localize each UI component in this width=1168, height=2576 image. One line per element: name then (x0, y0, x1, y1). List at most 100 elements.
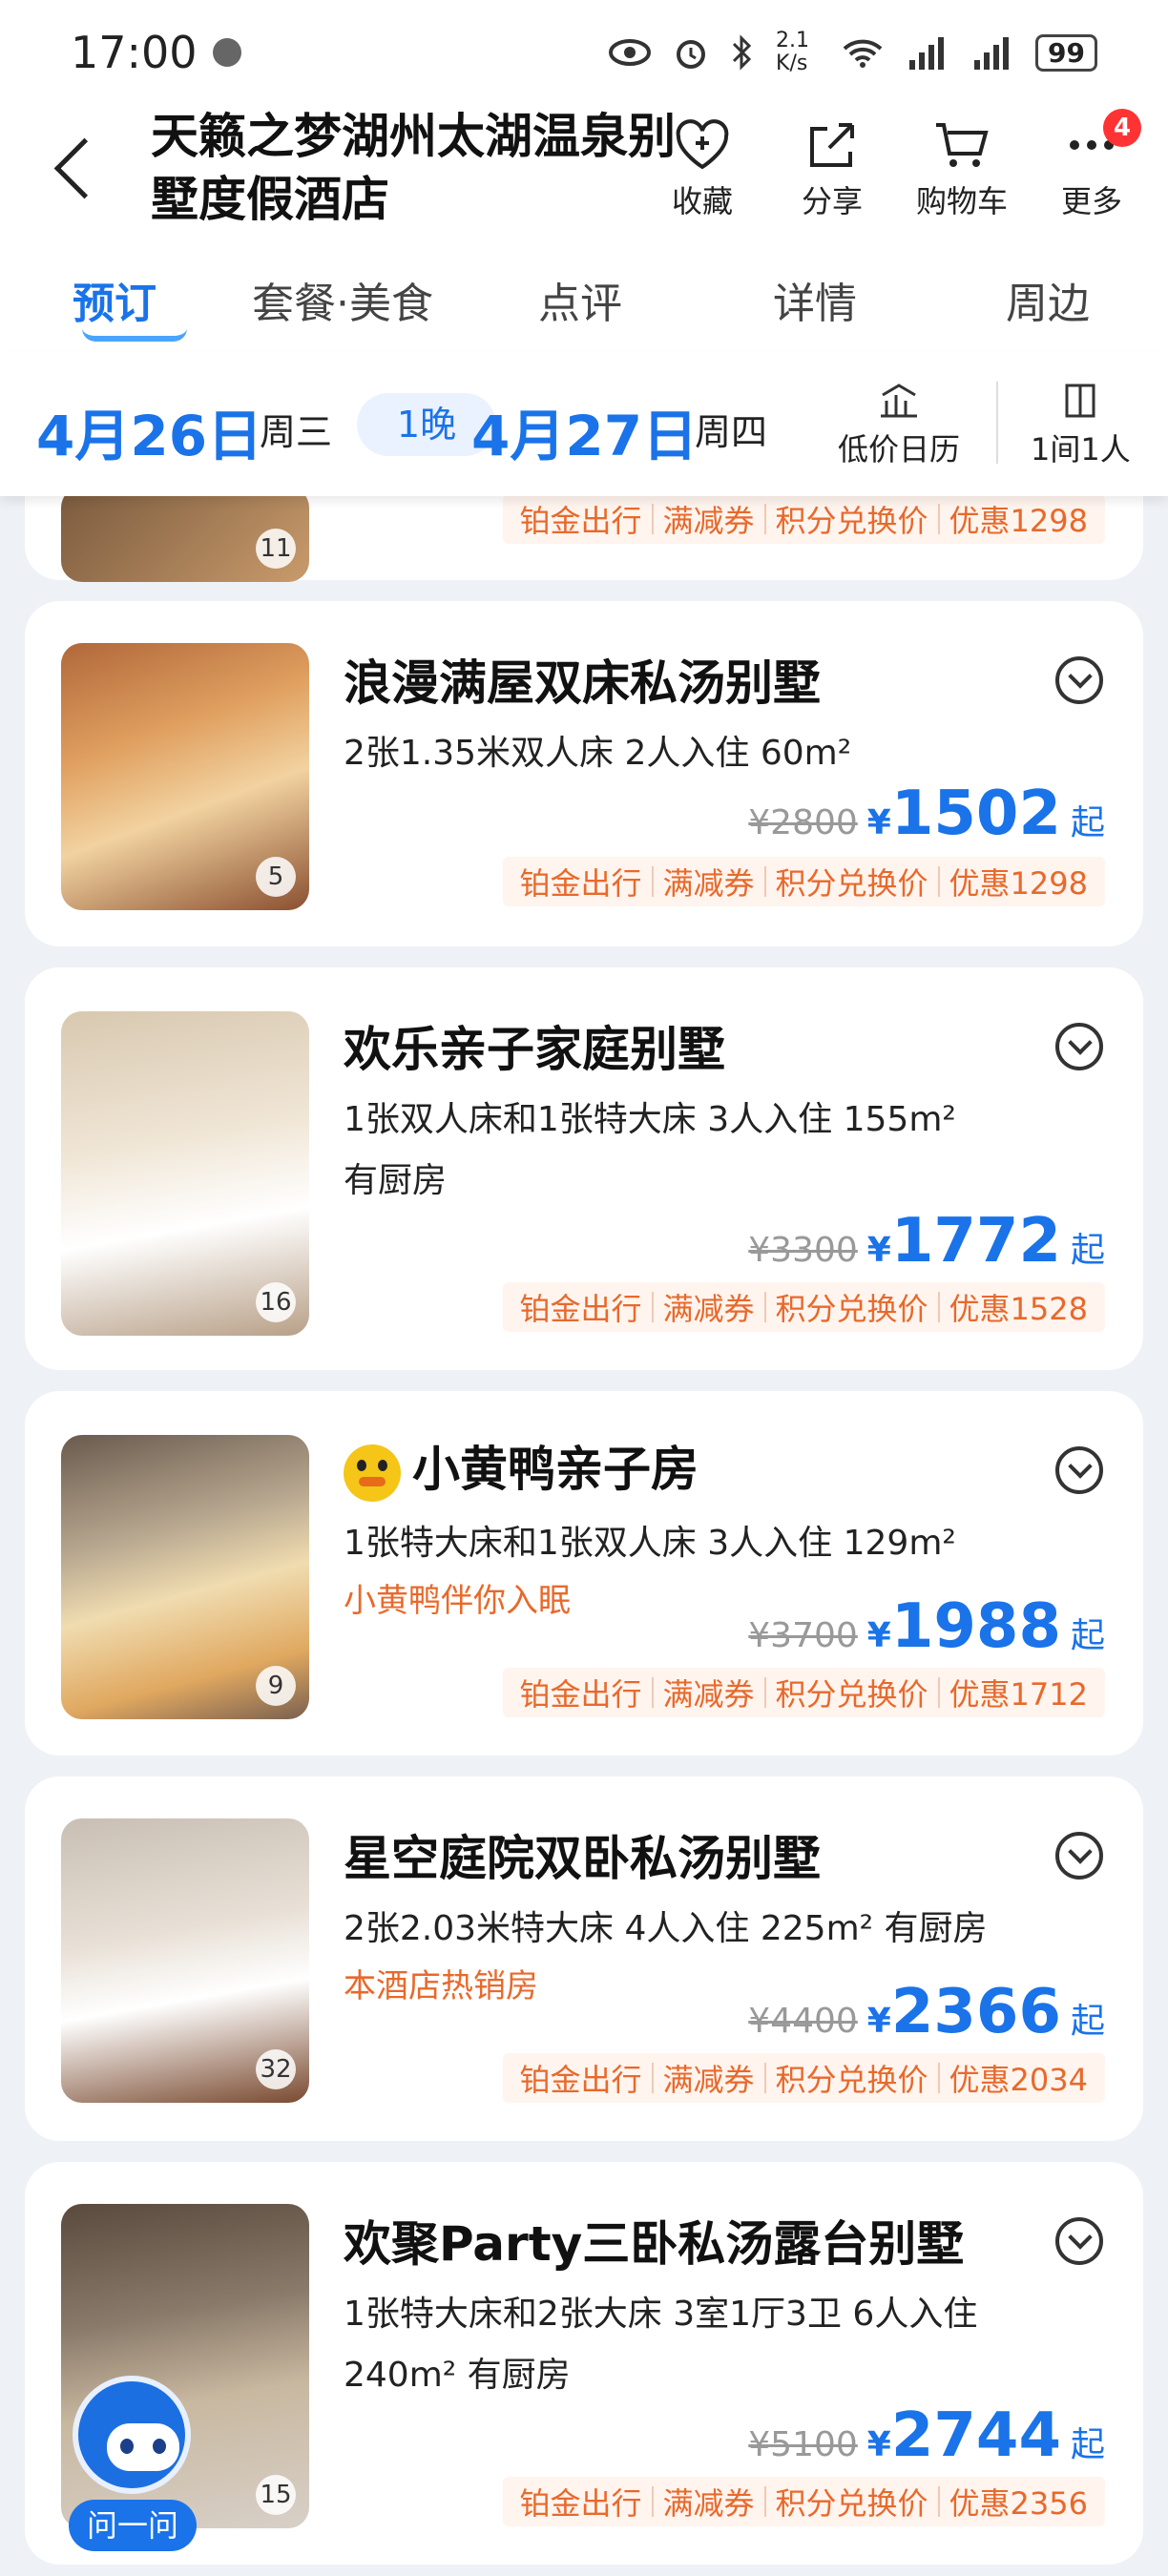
room-specs-extra: 240m² 有厨房 (344, 2356, 571, 2395)
promo-tag: 铂金出行 (519, 1291, 642, 1327)
wifi-icon (843, 39, 883, 68)
promo-tag: 铂金出行 (519, 1676, 642, 1713)
promo-tag: 积分兑换价 (775, 1291, 928, 1327)
voice-indicator-icon (212, 38, 241, 67)
tab-booking[interactable]: 预订 (73, 269, 156, 330)
photo-count: 15 (256, 2475, 296, 2515)
promo-tag: 积分兑换价 (775, 865, 928, 902)
price-line: ¥3700 ¥1988 起 (748, 1591, 1105, 1662)
room-tagline: 本酒店热销房 (344, 1967, 538, 2005)
eye-icon (609, 39, 652, 66)
promo-tags: 铂金出行 满减券 积分兑换价 优惠1528 (502, 1282, 1105, 1332)
room-photo[interactable]: 11 (61, 487, 309, 582)
room-photo[interactable]: 5 (61, 643, 309, 910)
original-price: ¥2800 (748, 803, 858, 842)
room-name: 浪漫满屋双床私汤别墅 (344, 655, 821, 711)
assistant-button[interactable]: 问一问 (69, 2366, 197, 2557)
tab-reviews[interactable]: 点评 (538, 269, 622, 330)
cart-label: 购物车 (915, 183, 1008, 219)
room-card[interactable]: 9 小黄鸭亲子房 1张特大床和1张双人床 3人入住 129m² 小黄鸭伴你入眠 … (25, 1391, 1143, 1755)
checkout-weekday: 周四 (695, 411, 768, 453)
share-icon (810, 123, 854, 167)
original-price: ¥3300 (748, 1231, 858, 1270)
promo-tag: 铂金出行 (519, 2062, 642, 2098)
room-specs: 2张1.35米双人床 2人入住 60m² (344, 734, 852, 773)
price-line: ¥4400 ¥2366 起 (748, 1977, 1105, 2047)
promo-tags: 铂金出行 满减券 积分兑换价 优惠1712 (502, 1668, 1105, 1717)
room-guest-button[interactable]: 1间1人 (1031, 382, 1131, 469)
assistant-label: 问一问 (69, 2500, 197, 2551)
hotel-name: 天籁之梦湖州太湖温泉别墅度假酒店 (151, 109, 676, 227)
share-button[interactable]: 分享 (784, 114, 880, 221)
room-photo[interactable]: 9 (61, 1435, 309, 1719)
low-price-calendar-button[interactable]: 低价日历 (838, 382, 960, 469)
promo-tags: 铂金出行 满减券 积分兑换价 优惠2356 (502, 2477, 1105, 2526)
promo-tag: 铂金出行 (519, 503, 642, 539)
room-specs: 1张双人床和1张特大床 3人入住 155m² (344, 1100, 956, 1139)
expand-chevron-icon[interactable] (1055, 656, 1103, 704)
expand-chevron-icon[interactable] (1055, 1446, 1103, 1494)
room-card[interactable]: 16 欢乐亲子家庭别墅 1张双人床和1张特大床 3人入住 155m² 有厨房 ¥… (25, 967, 1143, 1370)
checkin-date[interactable]: 4月26日 (36, 391, 262, 471)
room-card[interactable]: 32 星空庭院双卧私汤别墅 2张2.03米特大床 4人入住 225m² 有厨房 … (25, 1776, 1143, 2141)
header-actions: 收藏 分享 购物车 更多 4 (655, 109, 1141, 221)
heart-plus-icon (676, 119, 729, 170)
promo-tags: 铂金出行 满减券 积分兑换价 优惠1298 (502, 857, 1105, 906)
discount-tag: 优惠1298 (949, 865, 1088, 902)
checkout-date[interactable]: 4月27日 (471, 391, 698, 471)
price-suffix: 起 (1070, 2425, 1105, 2464)
discount-tag: 优惠2356 (949, 2485, 1088, 2522)
discount-tag: 优惠1298 (949, 503, 1088, 539)
price-line: ¥2800 ¥1502 起 (748, 779, 1105, 849)
robot-avatar-icon (73, 2376, 191, 2494)
signal-icon-2 (974, 37, 1010, 70)
promo-tags: 铂金出行 满减券 积分兑换价 优惠2034 (502, 2053, 1105, 2103)
expand-chevron-icon[interactable] (1055, 1832, 1103, 1880)
cart-icon (936, 123, 989, 167)
tab-nearby[interactable]: 周边 (1006, 269, 1090, 330)
promo-tag: 满减券 (662, 2062, 755, 2098)
status-icons: 2.1 K/s 99 (608, 30, 1097, 75)
room-name: 星空庭院双卧私汤别墅 (344, 1831, 821, 1886)
promo-tag: 积分兑换价 (775, 503, 928, 539)
network-speed: 2.1 K/s (776, 29, 810, 75)
date-bar[interactable]: 4月26日 周三 1晚 4月27日 周四 低价日历 1间1人 (0, 353, 1168, 496)
room-tagline: 小黄鸭伴你入眠 (344, 1582, 571, 1620)
original-price: ¥4400 (748, 2002, 858, 2041)
promo-tag: 积分兑换价 (775, 2485, 928, 2522)
room-photo[interactable]: 16 (61, 1011, 309, 1336)
room-name: 小黄鸭亲子房 (344, 1431, 699, 1502)
promo-tag: 满减券 (662, 1676, 755, 1713)
expand-chevron-icon[interactable] (1055, 1023, 1103, 1070)
price-line: ¥3300 ¥1772 起 (748, 1206, 1105, 1277)
cart-button[interactable]: 购物车 (914, 114, 1010, 221)
favorite-label: 收藏 (671, 183, 733, 219)
discount-tag: 优惠1712 (949, 1676, 1088, 1713)
price-chart-icon (881, 384, 917, 418)
price-suffix: 起 (1070, 1231, 1105, 1270)
discount-tag: 优惠2034 (949, 2062, 1088, 2098)
bluetooth-icon (732, 34, 752, 71)
checkin-weekday: 周三 (260, 411, 333, 453)
room-specs: 1张特大床和1张双人床 3人入住 129m² (344, 1524, 956, 1563)
tab-details[interactable]: 详情 (773, 269, 857, 330)
more-button[interactable]: 更多 4 (1044, 109, 1141, 221)
expand-chevron-icon[interactable] (1055, 2217, 1103, 2265)
more-badge: 4 (1103, 109, 1141, 147)
current-price: ¥2366 (866, 1977, 1061, 2047)
yellow-duck-icon (344, 1444, 401, 1502)
room-name: 欢聚Party三卧私汤露台别墅 (344, 2216, 965, 2272)
promo-tag: 积分兑换价 (775, 2062, 928, 2098)
photo-count: 11 (256, 529, 296, 569)
promo-tag: 满减券 (662, 503, 755, 539)
price-suffix: 起 (1070, 2002, 1105, 2041)
back-button[interactable] (46, 134, 103, 210)
price-line: ¥5100 ¥2744 起 (748, 2400, 1105, 2471)
tab-package-food[interactable]: 套餐·美食 (252, 269, 433, 330)
favorite-button[interactable]: 收藏 (655, 114, 750, 221)
status-time: 17:00 (71, 27, 198, 78)
room-card[interactable]: 5 浪漫满屋双床私汤别墅 2张1.35米双人床 2人入住 60m² ¥2800 … (25, 601, 1143, 946)
door-icon (1065, 384, 1095, 418)
room-photo[interactable]: 32 (61, 1818, 309, 2103)
status-bar: 17:00 2.1 K/s 99 (0, 0, 1168, 105)
